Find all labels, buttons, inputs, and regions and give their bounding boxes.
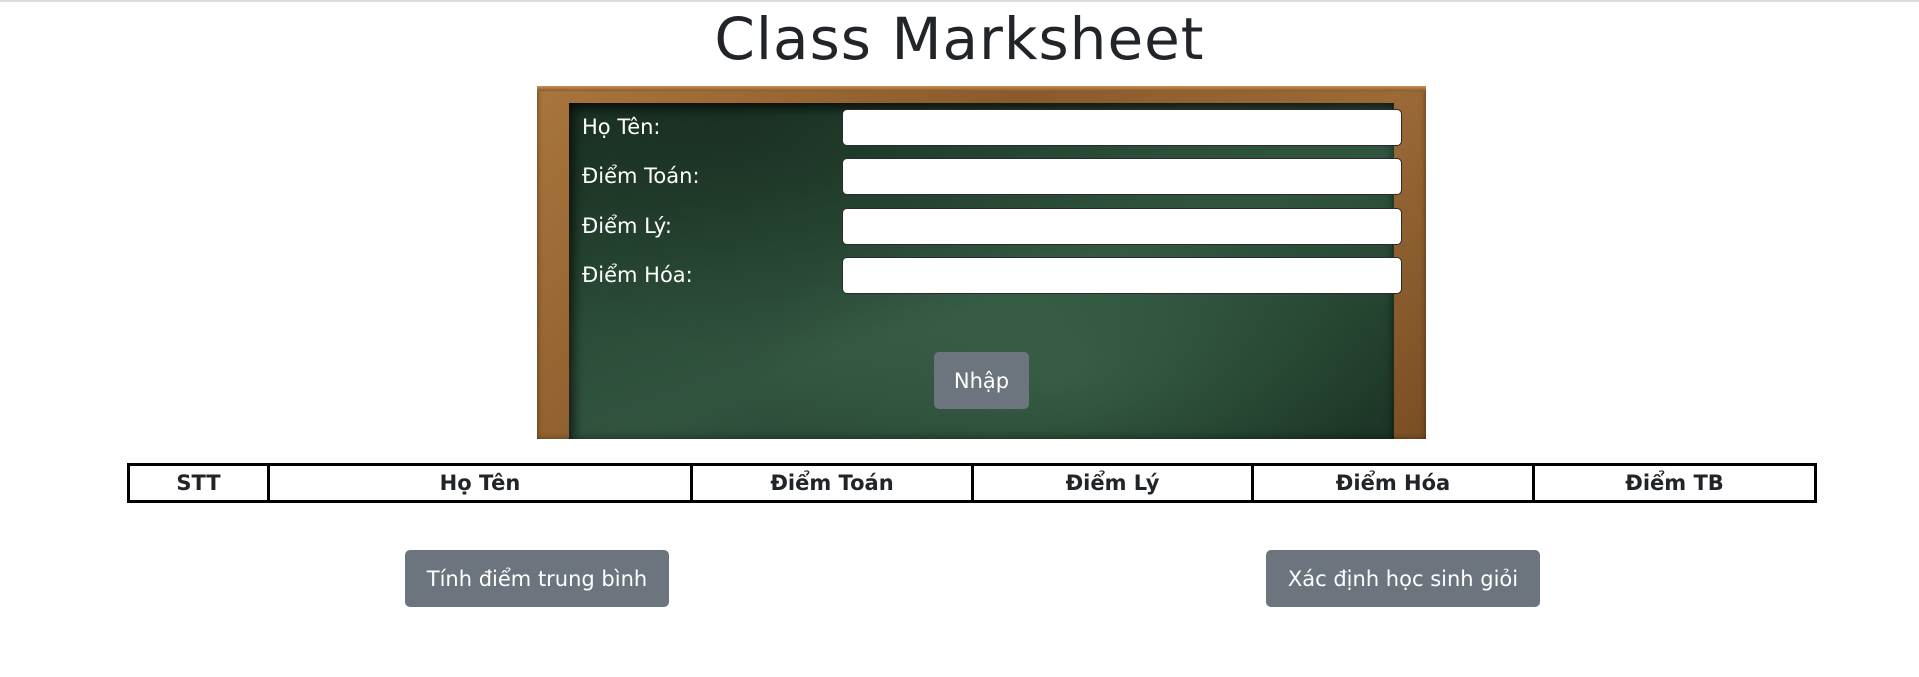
- table-header-row: STT Họ Tên Điểm Toán Điểm Lý Điểm Hóa Đi…: [127, 463, 1817, 503]
- physics-score-input[interactable]: [842, 208, 1402, 245]
- column-header-stt: STT: [127, 463, 270, 503]
- column-header-math: Điểm Toán: [690, 463, 974, 503]
- name-label: Họ Tên:: [582, 115, 661, 139]
- column-header-average: Điểm TB: [1532, 463, 1817, 503]
- column-header-name: Họ Tên: [267, 463, 693, 503]
- form-row-math: Điểm Toán:: [582, 158, 1402, 198]
- identify-excellent-students-button[interactable]: Xác định học sinh giỏi: [1266, 550, 1540, 607]
- physics-score-label: Điểm Lý:: [582, 214, 672, 238]
- form-row-chemistry: Điểm Hóa:: [582, 257, 1402, 297]
- submit-button[interactable]: Nhập: [934, 352, 1029, 409]
- chemistry-score-input[interactable]: [842, 257, 1402, 294]
- name-input[interactable]: [842, 109, 1402, 146]
- math-score-label: Điểm Toán:: [582, 164, 700, 188]
- column-header-chemistry: Điểm Hóa: [1251, 463, 1535, 503]
- math-score-input[interactable]: [842, 158, 1402, 195]
- page-title: Class Marksheet: [714, 5, 1205, 73]
- form-row-name: Họ Tên:: [582, 109, 1402, 149]
- column-header-physics: Điểm Lý: [971, 463, 1254, 503]
- top-divider: [0, 0, 1919, 2]
- chemistry-score-label: Điểm Hóa:: [582, 263, 693, 287]
- calculate-average-button[interactable]: Tính điểm trung bình: [405, 550, 669, 607]
- form-row-physics: Điểm Lý:: [582, 208, 1402, 248]
- marks-table: STT Họ Tên Điểm Toán Điểm Lý Điểm Hóa Đi…: [127, 463, 1817, 503]
